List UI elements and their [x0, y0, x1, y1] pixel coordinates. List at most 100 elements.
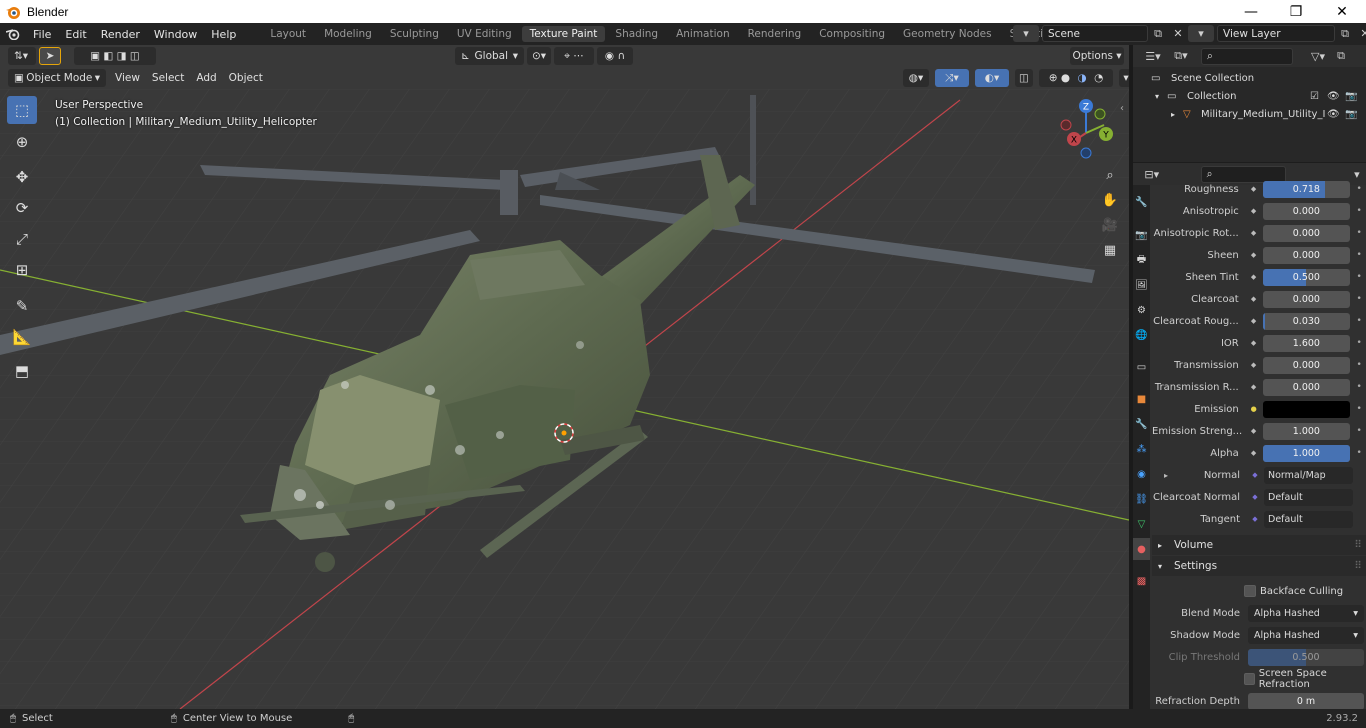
- new-view-layer-icon[interactable]: ⧉: [1335, 25, 1355, 42]
- shading-mode-icons[interactable]: ⊕ ● ◑ ◔: [1039, 69, 1113, 87]
- object-tab-icon[interactable]: ■: [1133, 388, 1150, 410]
- clip-threshold-slider[interactable]: 0.500: [1248, 648, 1364, 666]
- outliner-search-input[interactable]: ⌕: [1201, 47, 1293, 65]
- keyframe-icon[interactable]: •: [1352, 382, 1366, 392]
- expand-arrow-icon[interactable]: ▸: [1164, 471, 1178, 480]
- render-camera-icon[interactable]: 📷: [1345, 91, 1357, 102]
- constraints-tab-icon[interactable]: ⛓: [1133, 488, 1150, 510]
- volume-panel-header[interactable]: ▸ Volume ⠿: [1152, 535, 1366, 555]
- backface-culling-checkbox[interactable]: [1244, 585, 1256, 597]
- blender-menu-icon[interactable]: [0, 28, 26, 40]
- new-collection-icon[interactable]: ⧉: [1331, 48, 1351, 65]
- scale-tool-icon[interactable]: ⤢: [7, 225, 37, 253]
- emission-strength-field[interactable]: 1.000: [1262, 422, 1351, 440]
- snap-icon[interactable]: ⌖ ⋯: [554, 47, 594, 65]
- data-tab-icon[interactable]: ▽: [1133, 513, 1150, 535]
- viewport-menu-select[interactable]: Select: [146, 72, 190, 84]
- visibility-eye-icon[interactable]: 👁: [1327, 91, 1340, 102]
- select-box-tool-icon[interactable]: ⬚: [7, 96, 37, 124]
- viewport-menu-view[interactable]: View: [109, 72, 146, 84]
- modifiers-tab-icon[interactable]: 🔧: [1133, 413, 1150, 435]
- backface-culling-row[interactable]: Backface Culling: [1152, 581, 1366, 601]
- menu-render[interactable]: Render: [94, 28, 147, 41]
- tool-settings-icon[interactable]: ⇅▾: [8, 47, 36, 65]
- socket-icon[interactable]: ◆: [1247, 182, 1261, 196]
- proportional-edit-icon[interactable]: ◉ ∩: [597, 47, 633, 65]
- normal-link-field[interactable]: Normal/Map: [1264, 466, 1353, 484]
- sheen-tint-slider[interactable]: 0.500: [1262, 268, 1351, 286]
- new-scene-icon[interactable]: ⧉: [1148, 25, 1168, 42]
- material-tab-icon[interactable]: ●: [1133, 538, 1150, 560]
- view-layer-tab-icon[interactable]: 🖼: [1133, 274, 1150, 296]
- pivot-point-icon[interactable]: ⊙▾: [527, 47, 551, 65]
- expand-arrow-icon[interactable]: ▾: [1155, 92, 1167, 101]
- clearcoat-roughness-slider[interactable]: 0.030: [1262, 312, 1351, 330]
- socket-icon[interactable]: ◆: [1247, 314, 1261, 328]
- outliner-row-object[interactable]: ▸ ▽ Military_Medium_Utility_I 👁 📷: [1133, 105, 1366, 123]
- xray-toggle-icon[interactable]: ◫: [1015, 69, 1033, 87]
- rotate-tool-icon[interactable]: ⟳: [7, 194, 37, 222]
- physics-tab-icon[interactable]: ◉: [1133, 463, 1150, 485]
- settings-panel-header[interactable]: ▾ Settings ⠿: [1152, 556, 1366, 576]
- tab-rendering[interactable]: Rendering: [740, 26, 810, 42]
- tab-shading[interactable]: Shading: [607, 26, 666, 42]
- maximize-button[interactable]: ❐: [1273, 0, 1319, 23]
- vector-socket-icon[interactable]: ◆: [1248, 490, 1262, 504]
- scene-name-field[interactable]: Scene: [1042, 25, 1148, 42]
- cursor-tool-icon[interactable]: ⊕: [7, 128, 37, 156]
- visibility-eye-icon[interactable]: 👁: [1327, 109, 1340, 120]
- add-cube-tool-icon[interactable]: ⬒: [7, 357, 37, 385]
- socket-icon[interactable]: ◆: [1247, 380, 1261, 394]
- selection-mode-icons[interactable]: ▣ ◧ ◨ ◫: [74, 47, 156, 65]
- editor-type-icon[interactable]: ☰▾: [1139, 48, 1167, 65]
- socket-icon[interactable]: ◆: [1247, 270, 1261, 284]
- roughness-slider[interactable]: 0.718: [1262, 180, 1351, 198]
- transform-orientation-dropdown[interactable]: ⊾ Global ▾: [455, 47, 524, 65]
- scene-browse-icon[interactable]: ▾: [1013, 25, 1039, 42]
- tab-compositing[interactable]: Compositing: [811, 26, 893, 42]
- keyframe-icon[interactable]: •: [1352, 426, 1366, 436]
- menu-file[interactable]: File: [26, 28, 58, 41]
- sheen-slider[interactable]: 0.000: [1262, 246, 1351, 264]
- keyframe-icon[interactable]: •: [1352, 228, 1366, 238]
- socket-icon[interactable]: ◆: [1247, 336, 1261, 350]
- remove-view-layer-icon[interactable]: ✕: [1355, 25, 1366, 42]
- outliner-row-collection[interactable]: ▾ ▭ Collection ☑ 👁 📷: [1133, 87, 1366, 105]
- gizmo-toggle-icon[interactable]: ⤨▾: [935, 69, 969, 87]
- socket-icon[interactable]: ◆: [1247, 226, 1261, 240]
- view-layer-browse-icon[interactable]: ▾: [1188, 25, 1214, 42]
- tab-uv-editing[interactable]: UV Editing: [449, 26, 520, 42]
- perspective-toggle-icon[interactable]: ▦: [1100, 240, 1120, 260]
- overlays-toggle-icon[interactable]: ◐▾: [975, 69, 1009, 87]
- output-tab-icon[interactable]: 🖶: [1133, 249, 1150, 271]
- keyframe-icon[interactable]: •: [1352, 272, 1366, 282]
- shadow-mode-dropdown[interactable]: Alpha Hashed ▾: [1248, 626, 1364, 644]
- world-tab-icon[interactable]: 🌐: [1133, 324, 1150, 346]
- keyframe-icon[interactable]: •: [1352, 448, 1366, 458]
- tab-texture-paint[interactable]: Texture Paint: [521, 26, 606, 42]
- anisotropic-slider[interactable]: 0.000: [1262, 202, 1351, 220]
- tangent-field[interactable]: Default: [1264, 510, 1353, 528]
- ssr-row[interactable]: Screen Space Refraction: [1152, 668, 1366, 690]
- menu-window[interactable]: Window: [147, 28, 204, 41]
- keyframe-icon[interactable]: •: [1352, 294, 1366, 304]
- zoom-icon[interactable]: ⌕: [1100, 165, 1120, 185]
- tool-tab-icon[interactable]: 🔧: [1133, 191, 1150, 213]
- transform-tool-icon[interactable]: ⊞: [7, 256, 37, 284]
- display-mode-icon[interactable]: ⧉▾: [1167, 48, 1195, 65]
- socket-icon[interactable]: ◆: [1247, 446, 1261, 460]
- transmission-roughness-slider[interactable]: 0.000: [1262, 378, 1351, 396]
- refraction-depth-field[interactable]: 0 m: [1248, 692, 1364, 710]
- measure-tool-icon[interactable]: 📐: [7, 323, 37, 351]
- collection-tab-icon[interactable]: ▭: [1133, 356, 1150, 378]
- close-button[interactable]: ✕: [1319, 0, 1365, 23]
- transmission-slider[interactable]: 0.000: [1262, 356, 1351, 374]
- keyframe-icon[interactable]: •: [1352, 316, 1366, 326]
- emission-color-swatch[interactable]: [1262, 400, 1351, 418]
- alpha-slider[interactable]: 1.000: [1262, 444, 1351, 462]
- keyframe-icon[interactable]: •: [1352, 250, 1366, 260]
- keyframe-icon[interactable]: •: [1352, 338, 1366, 348]
- pan-hand-icon[interactable]: ✋: [1100, 190, 1120, 210]
- socket-icon[interactable]: ◆: [1247, 248, 1261, 262]
- minimize-button[interactable]: —: [1228, 0, 1274, 23]
